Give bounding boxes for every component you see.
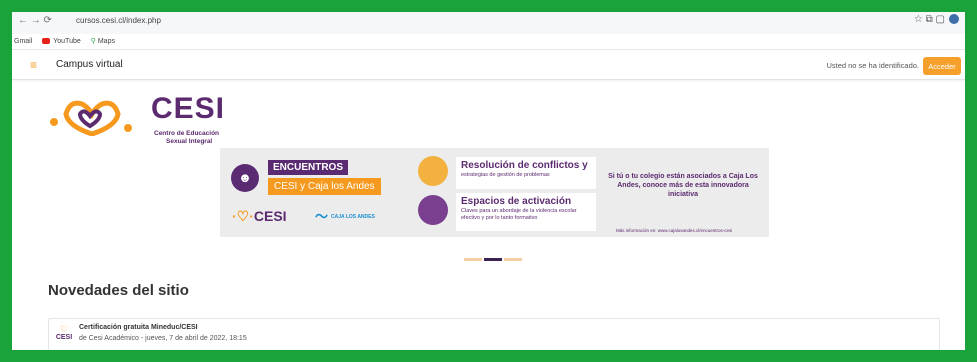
promo-banner[interactable]: ☻ ENCUENTROS CESI y Caja los Andes ·♡·CE… [220,148,769,237]
news-heading: Novedades del sitio [48,282,189,299]
banner-cta-text: Si tú o tu colegio están asociados a Caj… [608,173,758,198]
bookmark-maps[interactable]: ⚲ Maps [91,38,115,45]
login-button[interactable]: Acceder [923,57,961,75]
card1-subtitle: estrategias de gestión de problemas [461,172,550,178]
hamburger-icon[interactable]: ≡ [30,58,37,72]
cesi-heart-mark-icon: ♡ [59,324,69,334]
window-controls[interactable]: ☆ ⧉ ▢ [914,14,959,25]
carousel-indicators [464,248,524,266]
url-field[interactable]: cursos.cesi.cl/index.php [76,16,161,25]
carousel-dot-3[interactable] [504,258,522,261]
browser-nav-icons[interactable]: ← → ⟳ [18,15,52,26]
banner-encuentros-label: ENCUENTROS [268,160,349,175]
browser-address-bar: ← → ⟳ cursos.cesi.cl/index.php ☆ ⧉ ▢ [12,12,965,34]
banner-encuentros-sub: CESI y Caja los Andes [268,178,381,195]
logo-subtitle: Centro de Educación Sexual Integral [154,130,220,145]
card2-subtitle: Claves para un abordaje de la violencia … [461,208,577,221]
post-meta: de Cesi Académico - jueves, 7 de abril d… [79,335,247,342]
youtube-icon [42,38,51,45]
logo-brand-text: CESI [151,92,226,125]
browser-window: ← → ⟳ cursos.cesi.cl/index.php ☆ ⧉ ▢ Gma… [12,12,965,350]
conflict-illustration-icon [418,156,448,186]
site-navbar: ≡ Campus virtual Usted no se ha identifi… [12,52,965,80]
card2-title: Espacios de activación [461,196,572,207]
banner-card-activation: Espacios de activación Claves para un ab… [456,193,596,231]
carousel-dot-1[interactable] [464,258,482,261]
banner-more-info: Más información en: www.cajalosandes.cl/… [616,228,733,233]
banner-card-conflicts: Resolución de conflictos y estrategias d… [456,157,596,189]
bookmark-youtube[interactable]: YouTube [42,38,81,45]
login-status-text: Usted no se ha identificado. [826,61,919,70]
carousel-dot-2[interactable] [484,258,502,261]
bookmark-gmail[interactable]: Gmail [14,38,32,45]
news-post: ♡ CESI Certificación gratuita Mineduc/CE… [48,318,940,350]
site-title[interactable]: Campus virtual [56,59,123,70]
avatar-text: CESI [55,334,73,341]
hands-illustration-icon [418,195,448,225]
post-author-avatar: ♡ CESI [53,325,75,345]
bookmarks-bar: Gmail YouTube ⚲ Maps [12,34,965,50]
people-icon: ☻ [231,164,259,192]
post-title[interactable]: Certificación gratuita Mineduc/CESI [79,324,198,331]
card1-title: Resolución de conflictos y [461,160,588,171]
banner-caja-logo: 〜 CAJA LOS ANDES [315,209,375,224]
banner-cesi-logo: ·♡·CESI [232,208,287,224]
cesi-heart-mark-icon [50,100,132,136]
profile-avatar-icon[interactable] [949,14,959,25]
cesi-logo[interactable]: CESI Centro de Educación Sexual Integral [46,92,236,152]
maps-pin-icon: ⚲ [90,38,96,45]
